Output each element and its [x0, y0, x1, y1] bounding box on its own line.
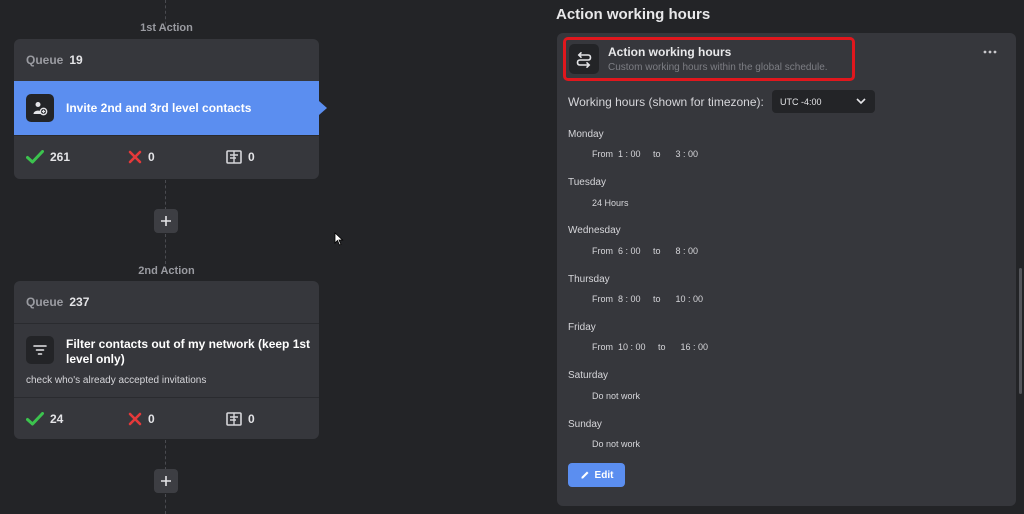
skipped-icon	[226, 149, 242, 164]
action-row[interactable]: Filter contacts out of my network (keep …	[14, 323, 319, 397]
add-person-icon	[26, 94, 54, 122]
day-hours-friday: From 10 : 00 to 16 : 00	[592, 342, 709, 352]
action-card-1[interactable]: Queue 19 Invite 2nd and 3rd level contac…	[14, 39, 327, 179]
scrollbar-thumb[interactable]	[1019, 268, 1022, 394]
day-name-monday: Monday	[568, 129, 604, 140]
add-action-button[interactable]	[154, 469, 178, 493]
stats-row: 261 0 0	[14, 135, 319, 177]
action-note: check who's already accepted invitations	[26, 375, 207, 386]
timezone-label: Working hours (shown for timezone):	[568, 95, 764, 109]
skipped-icon	[226, 411, 242, 426]
queue-row: Queue 237	[14, 281, 319, 323]
step-label-1: 1st Action	[140, 22, 193, 34]
working-hours-panel: Action working hours Custom working hour…	[557, 33, 1016, 506]
day-name-wednesday: Wednesday	[568, 225, 621, 236]
timezone-select[interactable]: UTC -4:00	[772, 90, 875, 113]
check-icon	[26, 411, 44, 425]
edit-label: Edit	[594, 469, 614, 481]
day-hours-saturday: Do not work	[592, 391, 641, 401]
success-stat: 261	[26, 149, 71, 164]
action-title: Invite 2nd and 3rd level contacts	[66, 100, 252, 115]
day-name-sunday: Sunday	[568, 419, 602, 430]
failed-stat: 0	[128, 412, 155, 426]
mouse-cursor-icon	[334, 232, 344, 246]
success-count: 24	[50, 411, 64, 426]
plus-icon	[161, 216, 171, 226]
day-name-friday: Friday	[568, 322, 596, 333]
flow-connector	[165, 234, 166, 264]
skipped-stat: 0	[226, 150, 255, 164]
queue-count: 19	[69, 53, 83, 67]
header-subtitle: Custom working hours within the global s…	[608, 62, 828, 73]
step-label-2: 2nd Action	[138, 265, 195, 277]
failed-stat: 0	[128, 150, 155, 164]
day-hours-wednesday: From 6 : 00 to 8 : 00	[592, 246, 699, 256]
success-stat: 24	[26, 411, 64, 426]
action-title: Filter contacts out of my network (keep …	[66, 337, 311, 366]
check-icon	[26, 149, 44, 163]
queue-count: 237	[69, 295, 90, 309]
day-hours-sunday: Do not work	[592, 439, 641, 449]
stats-row: 24 0 0	[14, 397, 319, 439]
flow-connector	[165, 180, 166, 210]
flow-connector	[165, 440, 166, 470]
header-title: Action working hours	[608, 45, 732, 59]
add-action-button[interactable]	[154, 209, 178, 233]
queue-label: Queue	[26, 295, 64, 309]
cross-icon	[128, 150, 142, 163]
edit-button[interactable]: Edit	[568, 463, 625, 487]
swap-arrows-icon	[569, 44, 599, 74]
action-card-2[interactable]: Queue 237 Filter contacts out of my netw…	[14, 281, 319, 439]
action-row-selected[interactable]: Invite 2nd and 3rd level contacts	[14, 81, 327, 135]
day-hours-thursday: From 8 : 00 to 10 : 00	[592, 294, 704, 304]
cross-icon	[128, 412, 142, 425]
day-hours-monday: From 1 : 00 to 3 : 00	[592, 149, 699, 159]
chevron-down-icon	[856, 98, 866, 105]
day-name-saturday: Saturday	[568, 370, 609, 381]
pencil-icon	[581, 471, 589, 479]
failed-count: 0	[148, 411, 155, 426]
queue-row: Queue 19	[14, 39, 319, 81]
more-options-icon[interactable]	[982, 47, 998, 57]
failed-count: 0	[148, 149, 155, 164]
queue-label: Queue	[26, 53, 64, 67]
day-hours-tuesday: 24 Hours	[592, 198, 629, 208]
skipped-count: 0	[248, 149, 255, 164]
plus-icon	[161, 476, 171, 486]
filter-icon	[26, 336, 54, 364]
highlight-box	[563, 37, 855, 81]
section-title: Action working hours	[556, 6, 711, 23]
flow-connector	[165, 494, 166, 514]
day-name-thursday: Thursday	[568, 274, 610, 285]
success-count: 261	[50, 149, 71, 164]
skipped-stat: 0	[226, 412, 255, 426]
timezone-value: UTC -4:00	[780, 96, 822, 107]
day-name-tuesday: Tuesday	[568, 177, 606, 188]
skipped-count: 0	[248, 411, 255, 426]
